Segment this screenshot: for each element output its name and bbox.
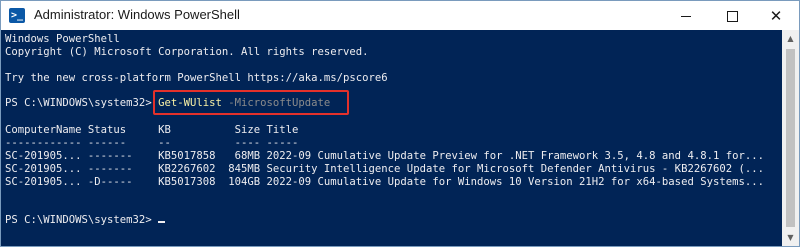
scroll-up-icon[interactable]: ▲ (782, 30, 799, 47)
powershell-window: >_ Administrator: Windows PowerShell ✕ W… (0, 0, 800, 247)
banner-line: Windows PowerShell (5, 33, 120, 45)
powershell-icon[interactable]: >_ (9, 8, 25, 23)
scrollbar-thumb[interactable] (786, 49, 795, 227)
vertical-scrollbar[interactable]: ▲ ▼ (782, 30, 799, 246)
minimize-icon (681, 16, 691, 17)
close-icon: ✕ (769, 7, 783, 25)
scroll-down-icon[interactable]: ▼ (782, 229, 799, 246)
table-row: SC-201905... -D----- KB5017308 104GB 202… (5, 176, 764, 188)
final-prompt-line[interactable]: PS C:\WINDOWS\system32> (5, 214, 166, 227)
table-row: SC-201905... ------- KB2267602 845MB Sec… (5, 163, 764, 175)
maximize-icon (726, 11, 738, 22)
prompt-text: PS C:\WINDOWS\system32> (5, 214, 159, 226)
text-cursor (158, 221, 166, 223)
maximize-button[interactable] (709, 1, 755, 30)
window-title: Administrator: Windows PowerShell (34, 7, 240, 22)
table-header: ComputerName Status KB Size Title (5, 124, 299, 136)
close-button[interactable]: ✕ (753, 1, 799, 30)
table-separator: ------------ ------ -- ---- ----- (5, 137, 299, 149)
console-output[interactable]: Windows PowerShell Copyright (C) Microso… (1, 30, 782, 246)
banner-line: Try the new cross-platform PowerShell ht… (5, 72, 388, 84)
title-bar[interactable]: >_ Administrator: Windows PowerShell ✕ (1, 1, 799, 30)
table-row: SC-201905... ------- KB5017858 68MB 2022… (5, 150, 764, 162)
prompt-text: PS C:\WINDOWS\system32> (5, 97, 159, 109)
minimize-button[interactable] (663, 1, 709, 30)
command-highlight-box (153, 90, 349, 115)
banner-line: Copyright (C) Microsoft Corporation. All… (5, 46, 369, 58)
